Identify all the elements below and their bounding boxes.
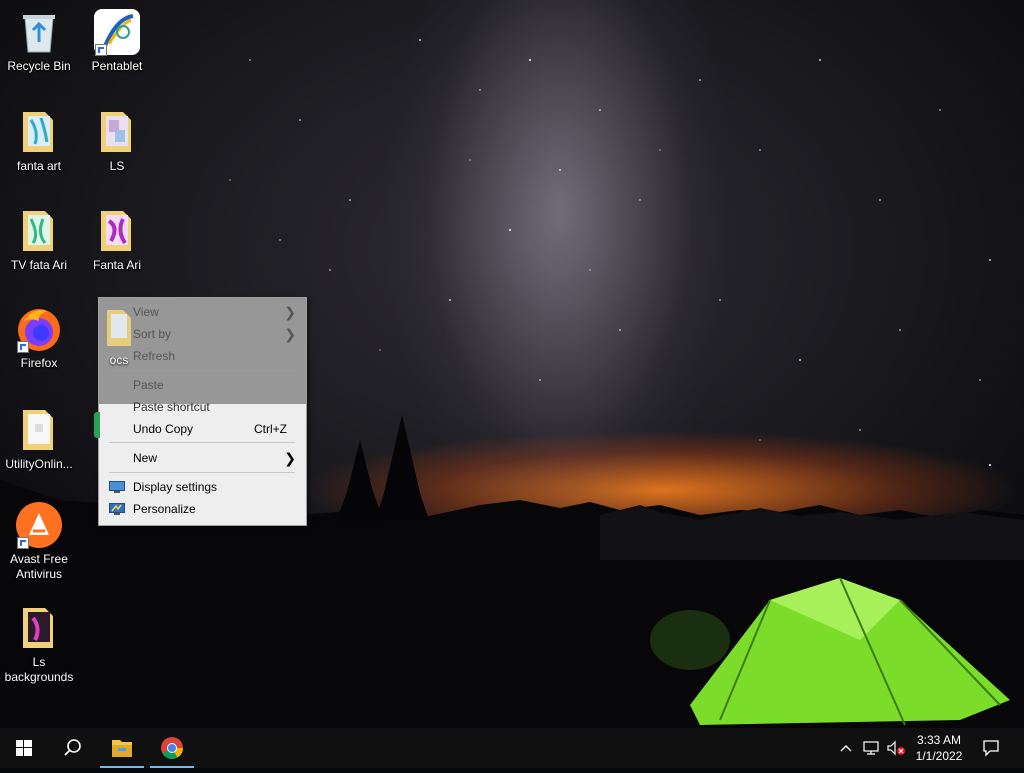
folder-icon	[93, 108, 141, 156]
network-icon[interactable]	[862, 740, 880, 756]
shortcut-arrow-icon	[17, 341, 29, 353]
chrome-icon	[161, 737, 183, 759]
desktop-icon-recycle-bin[interactable]: Recycle Bin	[0, 8, 78, 74]
menu-item-new[interactable]: New ❯	[99, 447, 306, 469]
icon-label: UtilityOnlin...	[5, 457, 73, 471]
desktop-icon-utilityonline[interactable]: UtilityOnlin...	[0, 406, 78, 472]
recycle-bin-icon	[15, 8, 63, 56]
chevron-right-icon: ❯	[284, 450, 296, 466]
menu-item-view[interactable]: View ❯	[99, 301, 306, 323]
icon-label: Recycle Bin	[7, 59, 71, 73]
taskbar-app-chrome[interactable]	[148, 728, 196, 768]
menu-item-sort-by[interactable]: Sort by ❯	[99, 323, 306, 345]
clock-date: 1/1/2022	[915, 749, 963, 763]
icon-label: Firefox	[20, 356, 58, 370]
desktop-icon-ls-backgrounds[interactable]: Ls backgrounds	[0, 604, 78, 685]
shortcut-arrow-icon	[17, 537, 29, 549]
folder-icon	[15, 108, 63, 156]
menu-separator	[109, 472, 295, 473]
desktop-context-menu: ocs View ❯ Sort by ❯ Refresh Paste Paste…	[98, 297, 307, 526]
icon-label: Avast Free Antivirus	[10, 552, 68, 581]
icon-label: Pentablet	[91, 59, 143, 73]
desktop-icon-firefox[interactable]: Firefox	[0, 305, 78, 371]
clock-time: 3:33 AM	[916, 733, 962, 747]
windows-logo-icon	[16, 740, 32, 756]
desktop-icon-tv-fata-ari[interactable]: TV fata Ari	[0, 207, 78, 273]
menu-item-refresh[interactable]: Refresh	[99, 345, 306, 367]
menu-item-undo-copy[interactable]: Undo Copy Ctrl+Z	[99, 418, 306, 440]
folder-icon	[15, 406, 63, 454]
icon-label: Ls backgrounds	[4, 655, 74, 684]
shortcut-hint: Ctrl+Z	[254, 422, 287, 436]
start-button[interactable]	[0, 728, 48, 768]
desktop-icon-ls[interactable]: LS	[78, 108, 156, 174]
desktop-icon-avast[interactable]: Avast Free Antivirus	[0, 501, 78, 582]
menu-separator	[109, 370, 295, 371]
shortcut-arrow-icon	[95, 44, 107, 56]
desktop-icon-fanta-ari[interactable]: Fanta Ari	[78, 207, 156, 273]
firefox-icon	[15, 305, 63, 353]
avast-icon	[15, 501, 63, 549]
folder-icon	[93, 207, 141, 255]
notification-center-icon[interactable]	[982, 739, 1000, 757]
pentablet-icon	[93, 8, 141, 56]
chevron-right-icon: ❯	[284, 326, 296, 342]
icon-label: fanta art	[16, 159, 62, 173]
personalize-icon	[109, 503, 125, 515]
search-button[interactable]	[48, 728, 96, 768]
display-icon	[109, 481, 125, 493]
clock[interactable]: 3:33 AM 1/1/2022	[906, 732, 972, 764]
hidden-app-icon	[94, 412, 100, 438]
chevron-right-icon: ❯	[284, 304, 296, 320]
menu-item-paste-shortcut[interactable]: Paste shortcut	[99, 396, 306, 418]
menu-separator	[109, 442, 295, 443]
desktop-icon-fanta-art[interactable]: fanta art	[0, 108, 78, 174]
search-icon	[64, 739, 81, 756]
icon-label: LS	[109, 159, 125, 173]
folder-icon	[15, 207, 63, 255]
menu-item-display-settings[interactable]: Display settings	[99, 476, 306, 498]
file-explorer-icon	[112, 740, 132, 757]
menu-item-paste[interactable]: Paste	[99, 374, 306, 396]
folder-icon	[15, 604, 63, 652]
taskbar: 3:33 AM 1/1/2022	[0, 728, 1024, 768]
volume-muted-icon[interactable]	[886, 740, 906, 756]
menu-item-personalize[interactable]: Personalize	[99, 498, 306, 520]
icon-label: Fanta Ari	[92, 258, 142, 272]
taskbar-app-file-explorer[interactable]	[98, 728, 146, 768]
icon-label: TV fata Ari	[10, 258, 68, 272]
chevron-up-icon[interactable]	[838, 740, 854, 756]
desktop-icon-pentablet[interactable]: Pentablet	[78, 8, 156, 74]
